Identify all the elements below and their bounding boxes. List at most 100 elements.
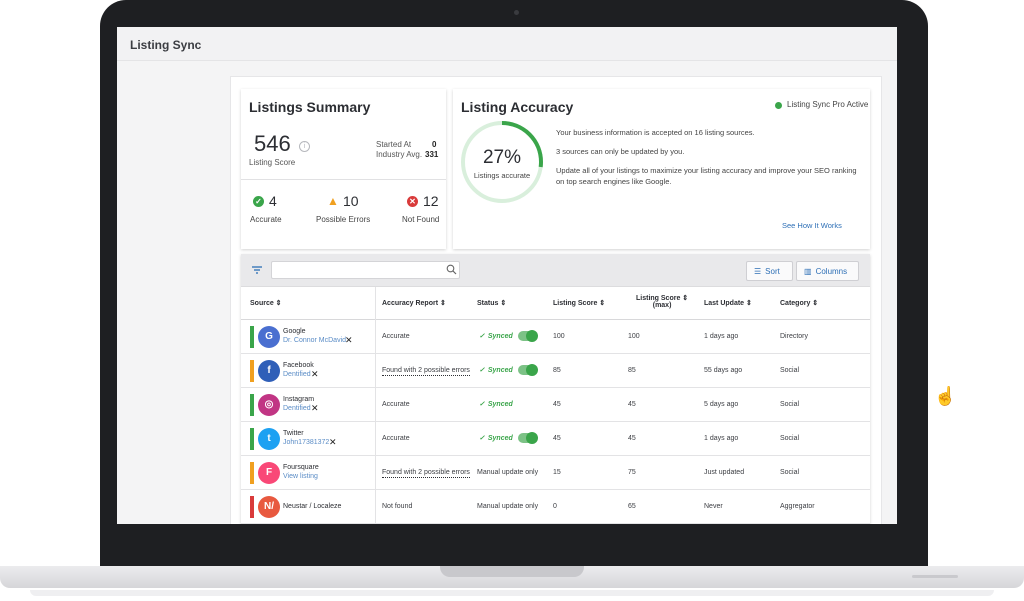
checkmark-icon: ✓ xyxy=(479,435,485,442)
see-how-it-works-link[interactable]: See How It Works xyxy=(782,221,842,230)
accuracy-percent: 27% xyxy=(482,147,522,168)
listing-score-max-cell: 45 xyxy=(628,401,636,408)
unlink-close-icon[interactable]: ✕ xyxy=(311,369,319,380)
accuracy-report-cell: Accurate xyxy=(382,333,410,340)
header-category[interactable]: Category ⇕ xyxy=(780,299,818,307)
warning-triangle-icon: ▲ xyxy=(327,194,339,208)
laptop-notch xyxy=(440,566,584,577)
status-cell: Manual update only xyxy=(477,503,539,510)
last-update-cell: Just updated xyxy=(704,469,745,476)
header-status[interactable]: Status ⇕ xyxy=(477,299,506,307)
table-row[interactable]: ◎ Instagram Dentified ✕ Accurate ✓ Synced 45 45 5… xyxy=(241,388,870,422)
accuracy-report-cell[interactable]: Found with 2 possible errors xyxy=(382,469,470,478)
source-link[interactable]: Dentified xyxy=(283,405,311,412)
checkmark-icon: ✓ xyxy=(479,333,485,340)
x-circle-icon: ✕ xyxy=(407,196,418,207)
accuracy-line-1: Your business information is accepted on… xyxy=(556,128,755,137)
filter-icon[interactable] xyxy=(251,264,263,276)
synced-status: ✓ Synced xyxy=(479,400,513,409)
source-link[interactable]: Dentified xyxy=(283,371,311,378)
header-score-label: Listing Score xyxy=(553,300,598,307)
listing-score-max-cell: 65 xyxy=(628,503,636,510)
table-row[interactable]: f Facebook Dentified ✕ Found with 2 possible… xyxy=(241,354,870,388)
last-update-cell: 55 days ago xyxy=(704,367,743,374)
listings-summary-card: Listings Summary 546 i Listing Score Sta… xyxy=(241,89,446,249)
accuracy-line-3: Update all of your listings to maximize … xyxy=(556,166,857,186)
foursquare-logo-icon: F xyxy=(258,462,280,484)
neustar-logo-icon: N/ xyxy=(258,496,280,518)
synced-status: ✓ Synced xyxy=(479,366,513,375)
summary-title: Listings Summary xyxy=(249,99,371,115)
stat-not-found-value: 12 xyxy=(423,193,439,209)
sync-toggle[interactable] xyxy=(518,432,538,444)
checkmark-icon: ✓ xyxy=(479,367,485,374)
stat-accurate-label: Accurate xyxy=(250,215,282,224)
started-at-label: Started At xyxy=(376,140,412,149)
info-icon[interactable]: i xyxy=(299,141,310,152)
header-last-update[interactable]: Last Update ⇕ xyxy=(704,299,752,307)
last-update-cell: 1 days ago xyxy=(704,435,739,442)
table-header: Source ⇕ Accuracy Report ⇕ Status ⇕ List… xyxy=(241,287,870,320)
header-listing-score[interactable]: Listing Score ⇕ xyxy=(553,299,605,307)
instagram-logo-icon: ◎ xyxy=(258,394,280,416)
last-update-cell: 1 days ago xyxy=(704,333,739,340)
header-max-label-2: (max) xyxy=(652,302,672,309)
header-accuracy-report[interactable]: Accuracy Report ⇕ xyxy=(382,299,446,307)
header-max-label-1: Listing Score xyxy=(636,295,681,302)
source-name: Google xyxy=(283,328,306,335)
listing-score-max-cell: 100 xyxy=(628,333,640,340)
source-link[interactable]: Dr. Connor McDavid xyxy=(283,337,346,344)
stat-not-found-label: Not Found xyxy=(402,215,440,224)
columns-label: Columns xyxy=(815,266,848,276)
stat-possible-errors-label: Possible Errors xyxy=(316,215,371,224)
header-source-label: Source xyxy=(250,300,274,307)
table-toolbar: ☰ Sort ▥ Columns xyxy=(241,254,870,287)
source-link[interactable]: View listing xyxy=(283,473,318,480)
summary-divider xyxy=(241,179,446,180)
listing-score-max-cell: 85 xyxy=(628,367,636,374)
accuracy-line-2: 3 sources can only be updated by you. xyxy=(556,147,685,156)
source-name: Instagram xyxy=(283,396,315,403)
listing-score-max-cell: 45 xyxy=(628,435,636,442)
sync-toggle[interactable] xyxy=(518,330,538,342)
unlink-close-icon[interactable]: ✕ xyxy=(329,437,337,448)
app-title: Listing Sync xyxy=(130,38,202,52)
accuracy-report-cell: Accurate xyxy=(382,401,410,408)
industry-avg-value: 331 xyxy=(425,150,439,159)
table-row[interactable]: t Twitter John17381372 ✕ Accurate ✓ Synced 45 45… xyxy=(241,422,870,456)
category-cell: Social xyxy=(780,469,800,476)
hand-cursor-icon: ☝ xyxy=(934,386,957,406)
accuracy-report-cell[interactable]: Found with 2 possible errors xyxy=(382,367,470,376)
listing-score-cell: 45 xyxy=(553,435,561,442)
synced-label: Synced xyxy=(487,332,513,340)
listing-score-cell: 45 xyxy=(553,401,561,408)
main-content: Listings Summary 546 i Listing Score Sta… xyxy=(230,76,882,524)
status-color-bar xyxy=(250,496,254,518)
header-last-update-label: Last Update xyxy=(704,300,745,307)
category-cell: Social xyxy=(780,367,800,374)
columns-button[interactable]: ▥ Columns xyxy=(796,261,859,281)
last-update-cell: Never xyxy=(704,503,723,510)
accuracy-report-cell: Not found xyxy=(382,503,413,510)
header-listing-score-max[interactable]: Listing Score ⇕ (max) xyxy=(636,294,688,309)
sort-button[interactable]: ☰ Sort xyxy=(746,261,793,281)
source-name: Facebook xyxy=(283,362,314,369)
table-row[interactable]: F Foursquare View listing Found with 2 poss… xyxy=(241,456,870,490)
header-category-label: Category xyxy=(780,300,811,307)
synced-label: Synced xyxy=(487,366,513,374)
table-row[interactable]: G Google Dr. Connor McDavid ✕ Accurate ✓ Synce… xyxy=(241,320,870,354)
unlink-close-icon[interactable]: ✕ xyxy=(311,403,319,414)
search-input[interactable] xyxy=(271,261,460,279)
listing-score-cell: 15 xyxy=(553,469,561,476)
table-row[interactable]: N/Neustar / Localeze Not found Manual upda… xyxy=(241,490,870,524)
header-source[interactable]: Source ⇕ xyxy=(250,299,282,307)
listing-score-label: Listing Score xyxy=(249,158,296,167)
top-bar: Listing Sync xyxy=(117,27,897,61)
sync-toggle[interactable] xyxy=(518,364,538,376)
category-cell: Social xyxy=(780,435,800,442)
search-icon[interactable] xyxy=(446,264,457,275)
listing-score-max-cell: 75 xyxy=(628,469,636,476)
industry-avg-label: Industry Avg. xyxy=(376,150,423,159)
source-link[interactable]: John17381372 xyxy=(283,439,329,446)
unlink-close-icon[interactable]: ✕ xyxy=(345,335,353,346)
